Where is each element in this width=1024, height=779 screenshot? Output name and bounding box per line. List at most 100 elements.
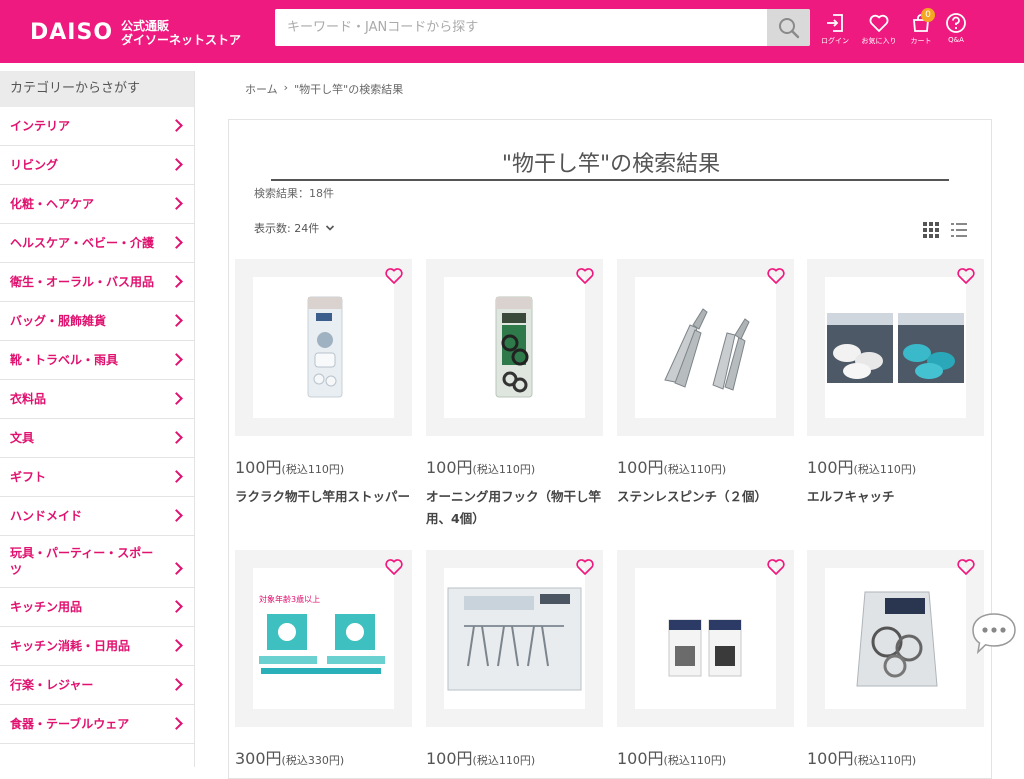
login-link[interactable]: ログイン — [815, 12, 855, 46]
price-value: 100円 — [426, 458, 473, 477]
chevron-down-icon — [326, 225, 335, 231]
qa-link[interactable]: Q&A — [936, 12, 976, 44]
sidebar-item-label: リビング — [10, 157, 59, 172]
product-price: 100円(税込110円) — [807, 745, 984, 769]
favorite-heart-icon[interactable] — [956, 558, 976, 576]
breadcrumb-current: "物干し竿"の検索結果 — [294, 83, 404, 96]
sidebar-item-kitchen[interactable]: キッチン用品 — [0, 588, 194, 627]
product-price: 100円(税込110円) — [617, 745, 794, 769]
sidebar-item-bags[interactable]: バッグ・服飾雑貨 — [0, 302, 194, 341]
product-price: 100円(税込110円) — [807, 454, 984, 478]
stainless-pinch-image — [664, 307, 750, 391]
sidebar-item-leisure[interactable]: 行楽・レジャー — [0, 666, 194, 705]
product-card[interactable]: 100円(税込110円) — [807, 550, 984, 769]
result-count: 検索結果：18件 — [254, 187, 334, 200]
product-image-frame — [807, 259, 984, 436]
price-tax: (税込110円) — [663, 754, 727, 767]
product-image — [825, 277, 966, 418]
chevron-right-icon — [170, 639, 183, 652]
sidebar-item-shoes[interactable]: 靴・トラベル・雨具 — [0, 341, 194, 380]
breadcrumb-home[interactable]: ホーム — [245, 81, 278, 97]
chevron-right-icon — [170, 600, 183, 613]
stopper-package-image — [307, 296, 343, 397]
favorite-heart-icon[interactable] — [384, 267, 404, 285]
wire-clothespins-image — [447, 587, 582, 690]
price-tax: (税込110円) — [853, 463, 917, 476]
cart-link[interactable]: 0 カート — [901, 8, 941, 46]
favorite-heart-icon[interactable] — [575, 267, 595, 285]
product-card[interactable]: 100円(税込110円) — [426, 550, 603, 769]
site-logo[interactable]: DAISO 公式通販 ダイソーネットストア — [30, 16, 241, 50]
sidebar-item-label: ヘルスケア・ベビー・介護 — [10, 235, 155, 250]
sidebar-item-handmade[interactable]: ハンドメイド — [0, 497, 194, 536]
sidebar-item-cosmetics[interactable]: 化粧・ヘアケア — [0, 185, 194, 224]
favorite-heart-icon[interactable] — [766, 267, 786, 285]
sidebar-item-hygiene[interactable]: 衛生・オーラル・バス用品 — [0, 263, 194, 302]
price-tax: (税込330円) — [281, 754, 345, 767]
favorite-heart-icon[interactable] — [384, 558, 404, 576]
title-underline — [271, 179, 949, 181]
logo-wordmark: DAISO — [30, 20, 114, 45]
product-image-frame — [617, 259, 794, 436]
chat-bubble-icon[interactable] — [970, 610, 1018, 656]
product-image-frame — [426, 550, 603, 727]
site-header: DAISO 公式通販 ダイソーネットストア ログイン お気に入り — [0, 0, 1024, 63]
sidebar-item-label: キッチン消耗・日用品 — [10, 638, 131, 653]
search-input[interactable] — [275, 9, 767, 46]
product-card[interactable]: 100円(税込110円) ステンレスピンチ（２個） — [617, 259, 794, 508]
sidebar-item-stationery[interactable]: 文具 — [0, 419, 194, 458]
page-title: "物干し竿"の検索結果 — [501, 152, 721, 177]
product-price: 100円(税込110円) — [426, 454, 603, 478]
product-card[interactable]: 100円(税込110円) ラクラク物干し竿用ストッパー — [235, 259, 412, 508]
login-label: ログイン — [821, 37, 849, 45]
product-card[interactable]: 100円(税込110円) エルフキャッチ — [807, 259, 984, 508]
list-view-icon[interactable] — [951, 222, 967, 238]
clip-packs-image — [668, 619, 742, 676]
hook-package-image — [495, 296, 533, 397]
chevron-right-icon — [170, 470, 183, 483]
product-name[interactable]: ステンレスピンチ（２個） — [617, 486, 794, 508]
sidebar-item-tableware[interactable]: 食器・テーブルウェア — [0, 705, 194, 744]
product-name[interactable]: オーニング用フック（物干し竿用、4個） — [426, 486, 603, 530]
qa-label: Q&A — [948, 36, 964, 44]
sidebar-item-label: キッチン用品 — [10, 599, 83, 614]
favorite-heart-icon[interactable] — [575, 558, 595, 576]
product-price: 100円(税込110円) — [235, 454, 412, 478]
sidebar-item-clothing[interactable]: 衣料品 — [0, 380, 194, 419]
per-page-select[interactable]: 表示数: 24件 — [254, 220, 335, 236]
chevron-right-icon — [170, 158, 183, 171]
sidebar-item-living[interactable]: リビング — [0, 146, 194, 185]
sidebar-item-healthcare[interactable]: ヘルスケア・ベビー・介護 — [0, 224, 194, 263]
favorites-link[interactable]: お気に入り — [859, 12, 899, 46]
grid-view-icon[interactable] — [923, 222, 939, 238]
logo-line-2: ダイソーネットストア — [121, 33, 242, 47]
product-image: 対象年齢3歳以上 — [253, 568, 394, 709]
product-card[interactable]: 100円(税込110円) オーニング用フック（物干し竿用、4個） — [426, 259, 603, 530]
sidebar-item-gift[interactable]: ギフト — [0, 458, 194, 497]
favorite-heart-icon[interactable] — [956, 267, 976, 285]
sidebar-item-label: インテリア — [10, 118, 71, 133]
price-tax: (税込110円) — [472, 754, 536, 767]
search-bar — [275, 9, 810, 46]
sidebar-item-interior[interactable]: インテリア — [0, 107, 194, 146]
sidebar-item-label: ギフト — [10, 469, 47, 484]
price-value: 100円 — [807, 458, 854, 477]
elf-catch-image — [827, 312, 964, 383]
chevron-right-icon — [170, 197, 183, 210]
sidebar-item-toys[interactable]: 玩具・パーティー・スポーツ — [0, 536, 194, 588]
logo-subtitle: 公式通販 ダイソーネットストア — [121, 19, 241, 47]
price-value: 100円 — [235, 458, 282, 477]
product-card[interactable]: 100円(税込110円) — [617, 550, 794, 769]
per-page-label: 表示数: 24件 — [254, 222, 320, 235]
product-name[interactable]: ラクラク物干し竿用ストッパー — [235, 486, 412, 508]
product-image-frame — [807, 550, 984, 727]
product-name[interactable]: エルフキャッチ — [807, 486, 984, 508]
chevron-right-icon — [170, 717, 183, 730]
chevron-right-icon — [170, 275, 183, 288]
search-button[interactable] — [767, 9, 810, 46]
favorite-heart-icon[interactable] — [766, 558, 786, 576]
sidebar-heading: カテゴリーからさがす — [0, 71, 194, 107]
sidebar-item-kitchen-consumables[interactable]: キッチン消耗・日用品 — [0, 627, 194, 666]
sidebar-item-label: 化粧・ヘアケア — [10, 196, 95, 211]
product-card[interactable]: 対象年齢3歳以上 300円(税込330円) — [235, 550, 412, 769]
